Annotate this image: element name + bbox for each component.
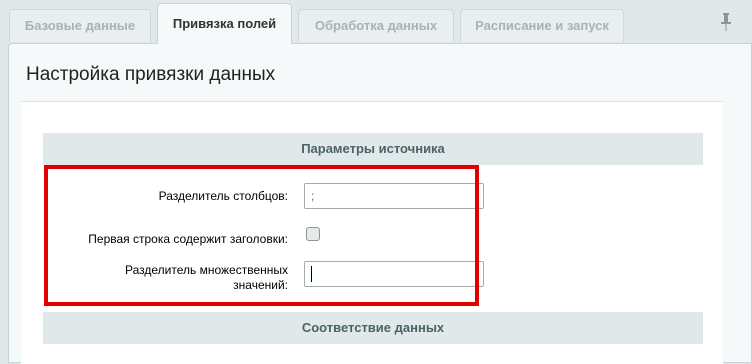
form-content: Параметры источника Разделитель столбцов… <box>21 102 723 364</box>
multi-value-separator-input[interactable] <box>304 261 484 287</box>
tab-field-binding[interactable]: Привязка полей <box>157 3 292 44</box>
tab-bar: Базовые данные Привязка полей Обработка … <box>0 0 752 44</box>
main-panel: Настройка привязки данных Параметры исто… <box>8 43 752 364</box>
column-separator-input[interactable] <box>304 183 484 209</box>
tab-data-processing[interactable]: Обработка данных <box>298 9 454 42</box>
multi-value-separator-label-line2: значений: <box>233 278 288 292</box>
pin-icon[interactable] <box>720 12 732 32</box>
multi-value-separator-label-line1: Разделитель множественных <box>125 263 288 277</box>
tab-schedule-run[interactable]: Расписание и запуск <box>460 9 624 42</box>
text-cursor <box>311 266 312 282</box>
data-mapping-header: Соответствие данных <box>43 312 703 344</box>
page-title: Настройка привязки данных <box>26 64 276 85</box>
first-row-headers-checkbox[interactable] <box>306 227 320 241</box>
source-params-header: Параметры источника <box>43 133 703 165</box>
multi-value-separator-label: Разделитель множественных значений: <box>28 263 288 293</box>
first-row-headers-label: Первая строка содержит заголовки: <box>88 232 288 246</box>
tab-basic-data[interactable]: Базовые данные <box>9 9 151 42</box>
column-separator-label: Разделитель столбцов: <box>158 189 288 203</box>
